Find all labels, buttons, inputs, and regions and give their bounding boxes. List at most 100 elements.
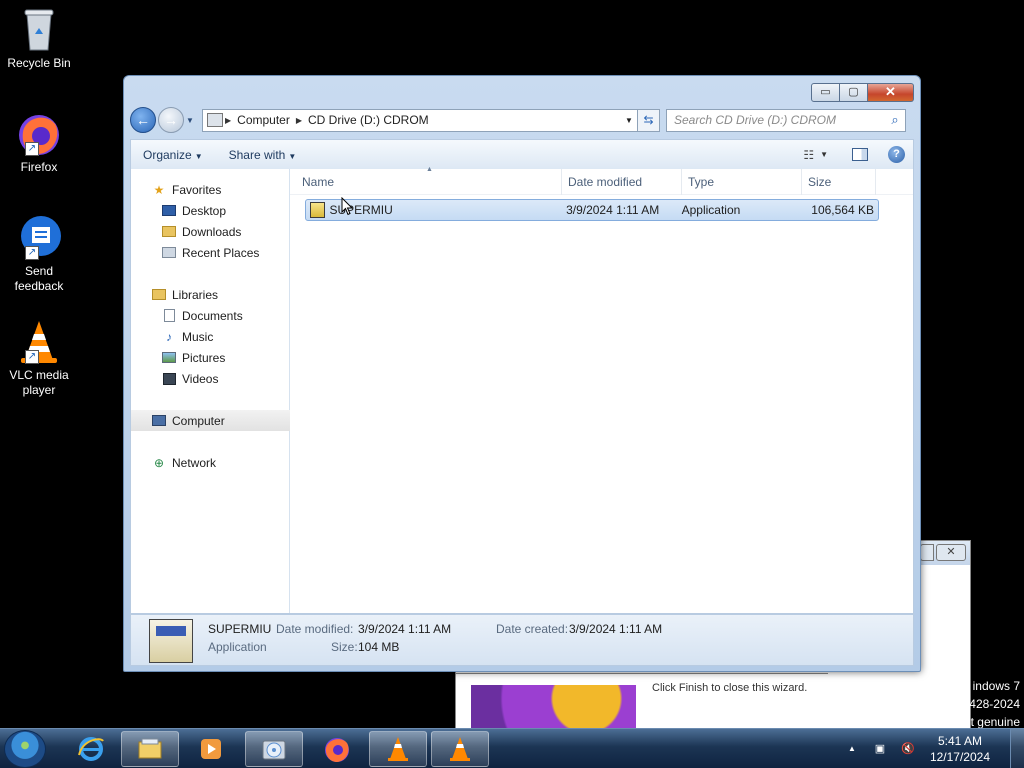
media-player-icon (201, 739, 221, 759)
star-icon: ★ (153, 182, 165, 197)
details-file-type: Application (208, 640, 267, 654)
file-size: 106,564 KB (811, 203, 874, 217)
details-date-modified: 3/9/2024 1:11 AM (358, 622, 452, 636)
breadcrumb-separator-icon[interactable]: ▶ (296, 116, 302, 125)
watermark-line: indows 7 (972, 679, 1020, 693)
view-options-chevron-down-icon[interactable]: ▼ (820, 150, 828, 159)
taskbar-firefox[interactable] (308, 731, 366, 767)
network-icon[interactable]: ▣ (872, 741, 888, 757)
background-maximize-button[interactable] (920, 544, 934, 561)
details-pane: SUPERMIU Application Date modified: 3/9/… (130, 614, 914, 666)
details-size: 104 MB (358, 640, 400, 654)
refresh-button[interactable]: ⇆ (638, 108, 660, 132)
file-list[interactable]: ▲ Name Date modified Type Size SUPERMIU … (290, 166, 913, 613)
taskbar-vlc-1[interactable] (369, 731, 427, 767)
application-large-icon (149, 619, 193, 663)
nav-item-music[interactable]: ♪ Music (131, 326, 289, 347)
recycle-bin-icon (15, 6, 63, 54)
show-hidden-icons-chevron-up-icon[interactable]: ▲ (844, 741, 860, 757)
clock[interactable]: 5:41 AM 12/17/2024 (930, 733, 990, 765)
address-bar[interactable]: ▶ Computer ▶ CD Drive (D:) CDROM ▼ (202, 108, 638, 132)
close-button[interactable]: ✕ (868, 83, 914, 102)
organize-button[interactable]: Organize ▼ (143, 148, 203, 162)
chevron-down-icon: ▼ (288, 151, 297, 161)
desktop-icon-firefox[interactable]: ↗ Firefox (4, 110, 74, 175)
column-headers: ▲ Name Date modified Type Size (290, 166, 913, 195)
nav-item-computer[interactable]: Computer (131, 410, 290, 431)
taskbar: ▲ ▣ 🔇 5:41 AM 12/17/2024 (0, 728, 1024, 768)
nav-item-favorites[interactable]: ★ Favorites (131, 179, 289, 200)
maximize-button[interactable]: ▢ (840, 83, 868, 102)
nav-item-videos[interactable]: Videos (131, 368, 289, 389)
window-controls: ▭ ▢ ✕ (811, 83, 914, 102)
column-header-date-modified[interactable]: Date modified (562, 168, 682, 195)
column-header-type[interactable]: Type (682, 168, 802, 195)
breadcrumb-computer[interactable]: Computer (237, 113, 290, 127)
details-date-created: 3/9/2024 1:11 AM (569, 622, 663, 636)
explorer-window[interactable]: ▭ ▢ ✕ ← → ▼ ▶ Computer ▶ CD Drive (D:) C… (123, 75, 921, 672)
navigation-pane[interactable]: ★ Favorites Desktop Downloads Recent Plac… (131, 169, 290, 613)
nav-item-desktop[interactable]: Desktop (131, 200, 289, 221)
preview-pane-icon[interactable] (852, 148, 868, 161)
disc-icon (262, 740, 286, 760)
computer-drive-icon (207, 113, 223, 127)
breadcrumb-cd-drive[interactable]: CD Drive (D:) CDROM (308, 113, 429, 127)
firefox-icon: ↗ (15, 110, 63, 158)
recent-pages-chevron-down-icon[interactable]: ▼ (186, 116, 196, 125)
vlc-cone-icon (388, 737, 408, 761)
documents-icon (161, 309, 177, 323)
clock-time: 5:41 AM (937, 734, 982, 748)
firefox-icon (325, 738, 349, 762)
nav-item-recent-places[interactable]: Recent Places (131, 242, 289, 263)
search-placeholder: Search CD Drive (D:) CDROM (674, 113, 837, 127)
taskbar-disc-burner[interactable] (245, 731, 303, 767)
content-area: ★ Favorites Desktop Downloads Recent Plac… (130, 166, 914, 614)
start-button-windows-icon[interactable] (4, 730, 46, 768)
nav-item-pictures[interactable]: Pictures (131, 347, 289, 368)
shortcut-arrow-icon: ↗ (25, 142, 39, 156)
taskbar-vlc-2[interactable] (431, 731, 489, 767)
file-type: Application (681, 203, 741, 217)
computer-icon (151, 414, 167, 428)
details-date-modified-label: Date modified: (276, 622, 354, 636)
nav-item-documents[interactable]: Documents (131, 305, 289, 326)
chevron-down-icon: ▼ (194, 151, 203, 161)
volume-muted-icon[interactable]: 🔇 (900, 741, 916, 757)
back-button[interactable]: ← (130, 107, 156, 133)
sort-ascending-icon: ▲ (426, 166, 433, 173)
breadcrumb-separator-icon[interactable]: ▶ (225, 116, 231, 125)
table-row[interactable]: SUPERMIU 3/9/2024 1:11 AM Application 10… (305, 199, 879, 221)
wizard-banner-image (471, 685, 636, 730)
details-size-label: Size: (331, 640, 358, 654)
address-row: ← → ▼ ▶ Computer ▶ CD Drive (D:) CDROM ▼… (130, 106, 914, 134)
taskbar-internet-explorer[interactable] (62, 731, 120, 767)
nav-item-libraries[interactable]: Libraries (131, 284, 289, 305)
videos-film-icon (161, 372, 177, 386)
taskbar-media-player[interactable] (182, 731, 240, 767)
show-desktop-button[interactable] (1010, 729, 1024, 768)
minimize-button[interactable]: ▭ (811, 83, 840, 102)
nav-item-network[interactable]: ⊕ Network (131, 452, 289, 473)
forward-button[interactable]: → (158, 107, 184, 133)
search-input[interactable]: Search CD Drive (D:) CDROM ⌕ (666, 108, 906, 132)
downloads-folder-icon (161, 225, 177, 239)
share-with-button[interactable]: Share with ▼ (229, 148, 297, 162)
command-bar: Organize ▼ Share with ▼ ☷ ▼ ? (130, 139, 914, 169)
taskbar-windows-explorer[interactable] (121, 731, 179, 767)
desktop-icon-label: Firefox (20, 160, 58, 174)
help-icon[interactable]: ? (888, 146, 905, 163)
background-close-button[interactable]: ✕ (936, 544, 966, 561)
desktop-icon-recycle-bin[interactable]: Recycle Bin (4, 6, 74, 71)
desktop-icon-send-feedback[interactable]: ↗ Send feedback (4, 214, 74, 294)
desktop-icon-label: Recycle Bin (7, 56, 71, 70)
column-header-size[interactable]: Size (802, 168, 876, 195)
address-dropdown-chevron-down-icon[interactable]: ▼ (621, 116, 637, 125)
system-tray: ▲ ▣ 🔇 5:41 AM 12/17/2024 (838, 729, 1024, 768)
recent-places-icon (161, 246, 177, 260)
desktop-icon-vlc[interactable]: ↗ VLC media player (4, 318, 74, 398)
change-view-icon[interactable]: ☷ (803, 148, 814, 162)
vlc-cone-icon (450, 737, 470, 761)
nav-item-downloads[interactable]: Downloads (131, 221, 289, 242)
desktop-icon-label: Send feedback (14, 264, 64, 293)
search-icon[interactable]: ⌕ (885, 112, 905, 128)
